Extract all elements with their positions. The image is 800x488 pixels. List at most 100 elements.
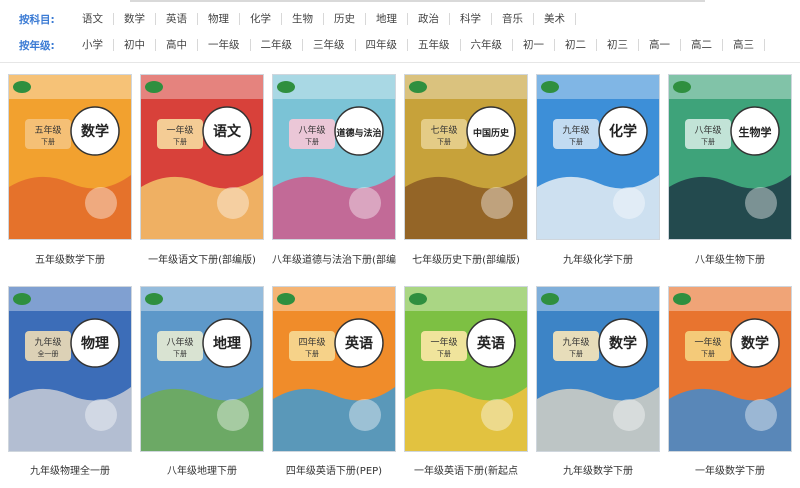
grade-filter-option[interactable]: 高二: [681, 39, 723, 51]
grade-filter-label: 按年级:: [19, 39, 55, 52]
cover-term-text: 下册: [569, 350, 583, 358]
textbook-title-link[interactable]: 一年级语文下册(部编版): [136, 251, 268, 266]
grade-filter-option[interactable]: 高三: [723, 39, 765, 51]
textbook-title-link[interactable]: 九年级数学下册: [532, 462, 664, 477]
cover-grade-text: 七年级: [430, 124, 457, 136]
textbook-title-link[interactable]: 八年级生物下册: [664, 251, 796, 266]
cover-grade-text: 九年级: [562, 336, 589, 348]
grade-filter-option[interactable]: 初三: [597, 39, 639, 51]
textbook-card[interactable]: 数学 一年级 下册 一年级 数学下册: [668, 286, 792, 484]
textbook-title-link[interactable]: 一年级英语下册(新起点: [400, 462, 532, 477]
publisher-logo-icon: [409, 293, 427, 305]
textbook-title-link[interactable]: 九年级化学下册: [532, 251, 664, 266]
cover-subject-title: 地理: [213, 335, 241, 352]
cover-decoration: [85, 187, 117, 219]
cover-illustration: 化学 九年级下册: [537, 75, 659, 239]
textbook-cover-image[interactable]: 化学 九年级下册: [536, 74, 660, 240]
grade-filter-option[interactable]: 初中: [114, 39, 156, 51]
grade-filter-option[interactable]: 一年级: [198, 39, 251, 51]
subject-filter-options: 语文 数学 英语 物理 化学 生物 历史 地理 政治 科学 音乐 美术: [70, 13, 576, 25]
subject-filter-option[interactable]: 物理: [198, 13, 240, 25]
textbook-cover-image[interactable]: 英语 四年级 下册: [272, 286, 396, 452]
grade-filter-option[interactable]: 三年级: [303, 39, 356, 51]
subject-filter-option[interactable]: 语文: [70, 13, 114, 25]
cover-term-text: 下册: [305, 350, 319, 358]
textbook-card[interactable]: 中国历史 七年级 下册 七年级历史下册(部编版): [404, 74, 528, 272]
subject-filter-label: 按科目:: [19, 13, 55, 26]
textbook-card[interactable]: 英语 四年级 下册 四年级英语下册(PEP): [272, 286, 396, 484]
cover-term-text: 下册: [41, 138, 55, 146]
cover-grade-text: 八年级: [694, 124, 721, 136]
textbook-title-link[interactable]: 九年级物理全一册: [4, 462, 136, 477]
textbook-cover-image[interactable]: 地理 八年级 下册: [140, 286, 264, 452]
cover-grade-text: 九年级: [562, 124, 589, 136]
cover-term-text: 下册: [173, 350, 187, 358]
textbook-card[interactable]: 化学 九年级下册 九年级 化学下册: [536, 74, 660, 272]
textbook-title-link[interactable]: 八年级地理下册: [136, 462, 268, 477]
textbook-title-link[interactable]: 一年级数学下册: [664, 462, 796, 477]
cover-term-text: 下册: [437, 138, 451, 146]
grade-filter: 按年级: 小学 初中 高中 一年级 二年级 三年级 四年级 五年级 六年级 初一 初二 初三 高一 高二高…: [0, 36, 765, 54]
subject-filter-option[interactable]: 政治: [408, 13, 450, 25]
cover-subject-title: 化学: [609, 123, 637, 140]
textbook-cover-image[interactable]: 英语 一年级 下册: [404, 286, 528, 452]
textbook-title-link[interactable]: 四年级英语下册(PEP): [268, 462, 400, 477]
textbook-title-link[interactable]: 五年级数学下册: [4, 251, 136, 266]
cover-decoration: [481, 399, 513, 431]
cover-decoration: [349, 187, 381, 219]
subject-filter-option[interactable]: 英语: [156, 13, 198, 25]
textbook-cover-image[interactable]: 数学 五年级 下册: [8, 74, 132, 240]
textbook-title-link[interactable]: 八年级道德与法治下册(部编: [268, 251, 400, 266]
subject-filter-option[interactable]: 地理: [366, 13, 408, 25]
textbook-card[interactable]: 语文 一年级 下册 一年级语文下册(部编版): [140, 74, 264, 272]
cover-decoration: [613, 399, 645, 431]
textbook-cover-image[interactable]: 物理 九年级 全一册: [8, 286, 132, 452]
textbook-card[interactable]: 地理 八年级 下册 八年级 地理下册: [140, 286, 264, 484]
grade-filter-option[interactable]: 六年级: [461, 39, 513, 51]
grade-filter-option[interactable]: 四年级: [356, 39, 408, 51]
textbook-cover-image[interactable]: 中国历史 七年级 下册: [404, 74, 528, 240]
cover-term-text: 下册: [305, 138, 319, 146]
textbook-card[interactable]: 物理 九年级 全一册 九年级 物理全一册: [8, 286, 132, 484]
subject-filter-option[interactable]: 音乐: [492, 13, 534, 25]
subject-filter-option[interactable]: 数学: [114, 13, 156, 25]
cover-term-text: 下册: [701, 350, 715, 358]
publisher-logo-icon: [13, 293, 31, 305]
cover-decoration: [349, 399, 381, 431]
grade-filter-option[interactable]: 高中: [156, 39, 198, 51]
grade-filter-option[interactable]: 初一: [513, 39, 555, 51]
cover-illustration: 道德与法治八年级下册: [273, 75, 395, 239]
cover-decoration: [85, 399, 117, 431]
cover-term-text: 下册: [569, 138, 583, 146]
grade-filter-option[interactable]: 小学: [70, 39, 114, 51]
textbook-cover-image[interactable]: 生物学 八年级 下册: [668, 74, 792, 240]
cover-decoration: [745, 187, 777, 219]
grade-filter-option[interactable]: 高一: [639, 39, 681, 51]
subject-filter-option[interactable]: 历史: [324, 13, 366, 25]
textbook-cover-image[interactable]: 数学 一年级 下册: [668, 286, 792, 452]
textbook-card[interactable]: 英语 一年级 下册 一年级英语下册(新起点: [404, 286, 528, 484]
publisher-logo-icon: [541, 81, 559, 93]
textbook-cover-image[interactable]: 语文 一年级 下册: [140, 74, 264, 240]
grade-filter-option[interactable]: 五年级: [408, 39, 461, 51]
publisher-logo-icon: [277, 81, 295, 93]
cover-illustration: 英语 一年级下册: [405, 287, 527, 451]
textbook-card[interactable]: 数学 五年级 下册 五年级 数学下册: [8, 74, 132, 272]
cover-illustration: 地理 八年级下册: [141, 287, 263, 451]
textbook-title-link[interactable]: 七年级历史下册(部编版): [400, 251, 532, 266]
grade-filter-option[interactable]: 二年级: [251, 39, 303, 51]
textbook-cover-image[interactable]: 数学 九年级下册: [536, 286, 660, 452]
textbook-cover-image[interactable]: 道德与法治 八年级 下册: [272, 74, 396, 240]
subject-filter-option[interactable]: 美术: [534, 13, 576, 25]
grade-filter-option[interactable]: 初二: [555, 39, 597, 51]
subject-filter-option[interactable]: 化学: [240, 13, 282, 25]
publisher-logo-icon: [13, 81, 31, 93]
subject-filter-option[interactable]: 生物: [282, 13, 324, 25]
subject-filter-option[interactable]: 科学: [450, 13, 492, 25]
filter-divider: [0, 62, 800, 63]
textbook-card[interactable]: 生物学 八年级 下册 八年级生物下册: [668, 74, 792, 272]
textbook-card[interactable]: 道德与法治 八年级 下册 八年级道德与法治下册(部编: [272, 74, 396, 272]
textbook-card[interactable]: 数学 九年级下册 九年级 数学下册: [536, 286, 660, 484]
cover-subject-title: 数学: [609, 335, 637, 352]
cover-grade-text: 一年级: [694, 336, 721, 348]
